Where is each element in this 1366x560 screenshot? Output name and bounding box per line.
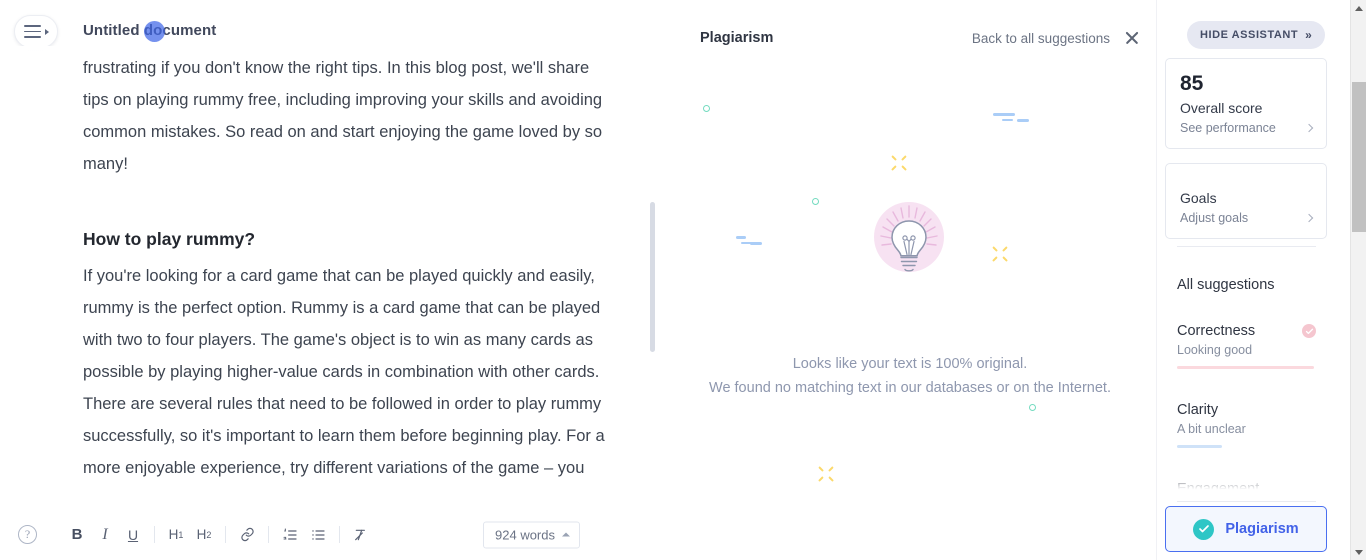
suggestion-status: A bit unclear xyxy=(1177,422,1246,436)
browser-scrollbar[interactable] xyxy=(1350,0,1366,560)
word-count-label: 924 words xyxy=(495,527,555,542)
suggestion-progress-track xyxy=(1177,366,1314,369)
decor-sparkle-icon xyxy=(992,246,1008,262)
scroll-down-arrow-icon[interactable] xyxy=(1351,544,1366,560)
chevron-double-right-icon: » xyxy=(1305,28,1312,42)
suggestion-item-clarity[interactable]: Clarity A bit unclear xyxy=(1177,402,1316,448)
check-circle-icon xyxy=(1193,518,1215,540)
h1-sub: 1 xyxy=(178,529,184,540)
clear-formatting-icon[interactable] xyxy=(347,521,375,549)
suggestion-progress-fill xyxy=(1177,445,1223,448)
text-style-group: B I U xyxy=(63,521,147,549)
browser-scrollbar-thumb[interactable] xyxy=(1352,82,1366,232)
bullet-list-icon[interactable] xyxy=(304,521,332,549)
sidebar-divider xyxy=(1177,246,1316,247)
hide-assistant-label: HIDE ASSISTANT xyxy=(1200,29,1299,41)
see-performance-row[interactable]: See performance xyxy=(1180,121,1314,135)
lightbulb-icon xyxy=(870,200,950,280)
hide-assistant-button[interactable]: HIDE ASSISTANT » xyxy=(1187,21,1325,49)
bold-button[interactable]: B xyxy=(63,521,91,549)
assistant-sidebar: HIDE ASSISTANT » 85 Overall score See pe… xyxy=(1156,0,1351,560)
goals-card[interactable]: Goals Adjust goals xyxy=(1165,163,1327,239)
document-heading: How to play rummy? xyxy=(83,229,256,249)
suggestion-name: Correctness xyxy=(1177,323,1256,339)
adjust-goals-label: Adjust goals xyxy=(1180,211,1249,225)
heading-group: H1 H2 xyxy=(162,521,218,549)
decor-sparkle-icon xyxy=(891,155,907,171)
sidebar-bottom-divider xyxy=(1177,501,1316,502)
suggestion-name: Engagement xyxy=(1177,481,1260,497)
suggestion-progress-fill xyxy=(1177,366,1314,369)
italic-button[interactable]: I xyxy=(91,521,119,549)
list-group xyxy=(276,521,332,549)
underline-button[interactable]: U xyxy=(119,521,147,549)
goals-spacer xyxy=(1180,177,1312,186)
suggestion-title-row: Engagement xyxy=(1177,481,1316,497)
document-body[interactable]: frustrating if you don't know the right … xyxy=(83,52,608,490)
hamburger-menu-icon[interactable] xyxy=(14,15,58,48)
help-icon[interactable]: ? xyxy=(18,525,37,544)
toolbar-divider xyxy=(339,526,340,543)
plagiarism-message-line-1: Looks like your text is 100% original. xyxy=(792,356,1028,372)
suggestion-title-row: Clarity xyxy=(1177,402,1316,418)
formatting-toolbar: ? B I U H1 H2 924 words xyxy=(0,508,660,560)
hamburger-lines xyxy=(23,25,41,38)
plagiarism-panel: Plagiarism Back to all suggestions Looks… xyxy=(660,0,1160,560)
goals-label: Goals xyxy=(1180,190,1217,206)
h1-label: H xyxy=(168,527,179,542)
suggestion-name: Clarity xyxy=(1177,402,1219,418)
overall-score-card[interactable]: 85 Overall score See performance xyxy=(1165,58,1327,149)
chevron-right-icon xyxy=(1304,123,1314,133)
suggestion-progress-track xyxy=(1177,445,1314,448)
see-performance-label: See performance xyxy=(1180,121,1276,135)
suggestion-title-row: Correctness xyxy=(1177,323,1316,339)
word-count-badge[interactable]: 924 words xyxy=(483,521,580,548)
toolbar-divider xyxy=(154,526,155,543)
adjust-goals-row[interactable]: Adjust goals xyxy=(1180,211,1314,225)
decor-circle-icon xyxy=(812,198,819,205)
heading-1-button[interactable]: H1 xyxy=(162,521,190,549)
plagiarism-header-actions: Back to all suggestions xyxy=(972,30,1140,46)
suggestion-item-engagement[interactable]: Engagement xyxy=(1177,481,1316,497)
chevron-right-icon xyxy=(1304,213,1314,223)
decor-dashes-icon xyxy=(993,119,1029,125)
close-icon[interactable] xyxy=(1124,30,1140,46)
overall-score-value: 85 xyxy=(1180,72,1204,95)
plagiarism-button-label: Plagiarism xyxy=(1225,521,1299,537)
document-paragraph: frustrating if you don't know the right … xyxy=(83,59,603,173)
back-to-all-suggestions-link[interactable]: Back to all suggestions xyxy=(972,31,1110,46)
editor-scrollbar-thumb[interactable] xyxy=(650,202,655,352)
h2-label: H xyxy=(196,527,207,542)
document-editor-pane: Untitled document frustrating if you don… xyxy=(0,0,660,560)
all-suggestions-item[interactable]: All suggestions xyxy=(1177,277,1275,293)
suggestion-item-correctness[interactable]: Correctness Looking good xyxy=(1177,323,1316,369)
document-title[interactable]: Untitled document xyxy=(83,22,216,39)
link-icon[interactable] xyxy=(233,521,261,549)
scroll-up-arrow-icon[interactable] xyxy=(1351,0,1366,16)
overall-score-label: Overall score xyxy=(1180,100,1263,116)
plagiarism-result-message: Looks like your text is 100% original. W… xyxy=(660,352,1160,400)
h2-sub: 2 xyxy=(206,529,212,540)
decor-sparkle-icon xyxy=(818,466,834,482)
decor-circle-icon xyxy=(1029,404,1036,411)
document-paragraph: If you're looking for a card game that c… xyxy=(83,267,605,477)
app-root: Untitled document frustrating if you don… xyxy=(0,0,1366,560)
plagiarism-header: Plagiarism Back to all suggestions xyxy=(700,26,1140,50)
chevron-right-icon xyxy=(44,28,49,35)
caret-up-icon xyxy=(562,532,570,537)
check-badge-icon xyxy=(1302,324,1316,338)
toolbar-divider xyxy=(225,526,226,543)
plagiarism-message-line-2: We found no matching text in our databas… xyxy=(709,380,1111,396)
decor-circle-icon xyxy=(703,105,710,112)
heading-2-button[interactable]: H2 xyxy=(190,521,218,549)
toolbar-divider xyxy=(268,526,269,543)
suggestion-status: Looking good xyxy=(1177,343,1253,357)
decor-dashes-icon xyxy=(750,242,762,248)
numbered-list-icon[interactable] xyxy=(276,521,304,549)
editor-scrollbar[interactable] xyxy=(650,52,655,492)
plagiarism-button[interactable]: Plagiarism xyxy=(1165,506,1327,552)
plagiarism-title: Plagiarism xyxy=(700,30,774,46)
